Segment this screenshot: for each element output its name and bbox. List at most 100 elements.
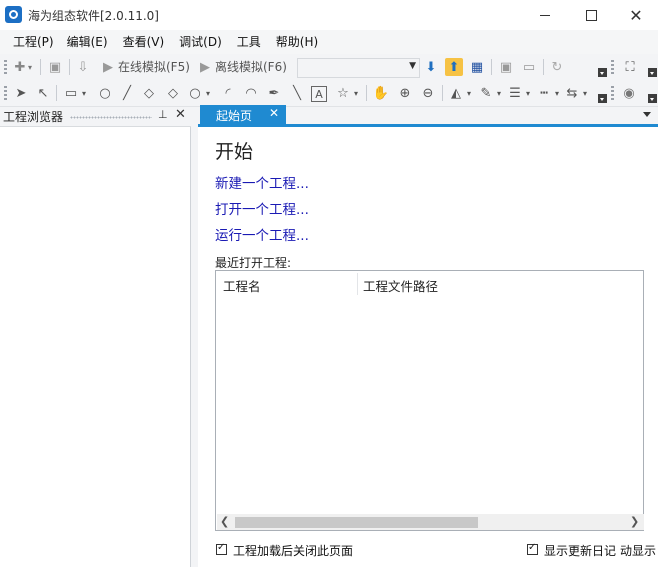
shape-dropdown-icon[interactable]: ▾ <box>203 84 213 102</box>
new-project-link[interactable]: 新建一个工程... <box>215 172 309 192</box>
line-color-dropdown-icon[interactable]: ▾ <box>494 84 504 102</box>
minimize-icon <box>540 14 550 16</box>
toolbar-overflow-icon[interactable] <box>598 68 607 77</box>
zoom-out-icon[interactable]: ⊖ <box>419 84 437 102</box>
recent-projects-table[interactable]: 工程名 工程文件路径 ❮ ❯ <box>215 270 644 531</box>
column-header-project-name[interactable]: 工程名 <box>223 276 261 295</box>
ellipse-icon[interactable]: ○ <box>186 84 204 102</box>
polygon-icon[interactable]: ◇ <box>164 84 182 102</box>
toolbar-separator <box>543 59 544 75</box>
toolbar-separator <box>442 85 443 101</box>
line-color-icon[interactable]: ✎ <box>477 84 495 102</box>
project-browser-header: 工程浏览器 ⊥ ✕ <box>0 107 191 127</box>
project-browser-title: 工程浏览器 <box>3 110 64 124</box>
screen-play-icon[interactable]: ▣ <box>497 58 515 76</box>
arc-icon[interactable]: ◜ <box>219 84 237 102</box>
tab-start-page[interactable]: 起始页 ✕ <box>200 105 286 124</box>
close-window-button[interactable]: ✕ <box>613 0 658 30</box>
arrow-style-dropdown-icon[interactable]: ▾ <box>580 84 590 102</box>
maximize-button[interactable] <box>568 0 614 30</box>
offline-sim-button[interactable]: 离线模拟(F6) <box>215 59 287 75</box>
menu-project[interactable]: 工程(P) <box>0 30 61 54</box>
auto-show-text: 动显示 <box>620 544 657 558</box>
line-icon[interactable]: ╱ <box>118 84 136 102</box>
toolbar-main: ✚ ▾ ▣ ⇩ ▶ 在线模拟(F5) ▶ 离线模拟(F6) ▼ ⬇ ⬆ ▦ ▣ … <box>0 54 658 81</box>
toolbar-separator <box>366 85 367 101</box>
toolbar-grip[interactable] <box>611 60 614 74</box>
pin-icon[interactable]: ⊥ <box>158 108 168 121</box>
select-pointer-icon[interactable]: ↖ <box>34 84 52 102</box>
run-project-link[interactable]: 运行一个工程... <box>215 224 309 244</box>
horizontal-scrollbar[interactable]: ❮ ❯ <box>217 514 644 530</box>
star-icon[interactable]: ☆ <box>334 84 352 102</box>
line-style-icon[interactable]: ┅ <box>535 84 553 102</box>
select-arrow-icon[interactable]: ➤ <box>12 84 30 102</box>
title-bar: 海为组态软件[2.0.11.0] ✕ <box>0 0 658 30</box>
panel-splitter[interactable] <box>191 107 198 567</box>
minimize-button[interactable] <box>522 0 568 30</box>
curve-icon[interactable]: ◠ <box>242 84 260 102</box>
line-style-dropdown-icon[interactable]: ▾ <box>552 84 562 102</box>
save-icon[interactable]: ▣ <box>46 58 64 76</box>
device-select[interactable]: ▼ <box>297 58 420 78</box>
toolbar-overflow-icon[interactable] <box>598 94 607 103</box>
hand-pan-icon[interactable]: ✋ <box>372 84 390 102</box>
star-dropdown-icon[interactable]: ▾ <box>351 84 361 102</box>
download-icon[interactable]: ⇩ <box>74 58 92 76</box>
fit-screen-icon[interactable]: ⛶ <box>621 58 639 76</box>
brush-icon[interactable]: ╲ <box>288 84 306 102</box>
open-project-link[interactable]: 打开一个工程... <box>215 198 309 218</box>
menu-edit[interactable]: 编辑(E) <box>61 30 115 54</box>
scrollbar-thumb[interactable] <box>235 517 478 528</box>
upload-icon[interactable]: ⬆ <box>445 58 463 76</box>
record-icon[interactable]: ◉ <box>620 84 638 102</box>
screen-icon[interactable]: ▭ <box>520 58 538 76</box>
window-title: 海为组态软件[2.0.11.0] <box>28 9 159 23</box>
close-after-load-checkbox[interactable] <box>216 542 227 555</box>
download-to-device-icon[interactable]: ⬇ <box>422 58 440 76</box>
zoom-in-icon[interactable]: ⊕ <box>396 84 414 102</box>
tab-list-dropdown-icon[interactable] <box>643 112 651 117</box>
offline-sim-play-icon[interactable]: ▶ <box>196 58 214 76</box>
project-browser-tree[interactable] <box>0 127 191 567</box>
maximize-icon <box>585 9 597 21</box>
scroll-right-icon[interactable]: ❯ <box>630 514 639 530</box>
menu-tools[interactable]: 工具 <box>229 30 268 54</box>
line-width-dropdown-icon[interactable]: ▾ <box>523 84 533 102</box>
page-title: 开始 <box>215 141 254 163</box>
toolbar-grip[interactable] <box>4 86 7 100</box>
recent-projects-label: 最近打开工程: <box>215 256 292 270</box>
toolbar-drawing: ➤ ↖ ▭ ▾ ○ ╱ ◇ ◇ ○ ▾ ◜ ◠ ✒ ╲ A ☆ ▾ ✋ ⊕ ⊖ … <box>0 80 658 107</box>
diamond-icon[interactable]: ◇ <box>140 84 158 102</box>
column-divider[interactable] <box>357 273 358 295</box>
rectangle-dropdown-icon[interactable]: ▾ <box>79 84 89 102</box>
line-width-icon[interactable]: ☰ <box>506 84 524 102</box>
close-panel-icon[interactable]: ✕ <box>175 107 186 122</box>
fill-color-dropdown-icon[interactable]: ▾ <box>464 84 474 102</box>
calendar-icon[interactable]: ▦ <box>468 58 486 76</box>
text-tool-icon[interactable]: A <box>311 86 327 102</box>
toolbar-grip[interactable] <box>4 60 7 74</box>
toolbar-overflow-icon[interactable] <box>648 68 657 77</box>
show-changelog-checkbox[interactable] <box>527 542 538 555</box>
rectangle-icon[interactable]: ▭ <box>62 84 80 102</box>
menu-view[interactable]: 查看(V) <box>115 30 172 54</box>
panel-drag-handle[interactable] <box>70 116 152 119</box>
refresh-icon[interactable]: ↻ <box>548 58 566 76</box>
circle-icon[interactable]: ○ <box>96 84 114 102</box>
close-icon: ✕ <box>629 5 643 25</box>
fill-color-icon[interactable]: ◭ <box>447 84 465 102</box>
menu-bar: 工程(P) 编辑(E) 查看(V) 调试(D) 工具 帮助(H) <box>0 30 658 54</box>
scroll-left-icon[interactable]: ❮ <box>220 514 229 530</box>
column-header-project-path[interactable]: 工程文件路径 <box>363 276 438 295</box>
toolbar-grip[interactable] <box>611 86 614 100</box>
pen-icon[interactable]: ✒ <box>265 84 283 102</box>
online-sim-button[interactable]: 在线模拟(F5) <box>118 59 190 75</box>
toolbar-overflow-icon[interactable] <box>648 94 657 103</box>
arrow-style-icon[interactable]: ⇆ <box>563 84 581 102</box>
menu-debug[interactable]: 调试(D) <box>171 30 229 54</box>
close-tab-icon[interactable]: ✕ <box>269 106 279 120</box>
online-sim-play-icon[interactable]: ▶ <box>99 58 117 76</box>
menu-help[interactable]: 帮助(H) <box>268 30 325 54</box>
add-dropdown-icon[interactable]: ▾ <box>25 58 35 76</box>
